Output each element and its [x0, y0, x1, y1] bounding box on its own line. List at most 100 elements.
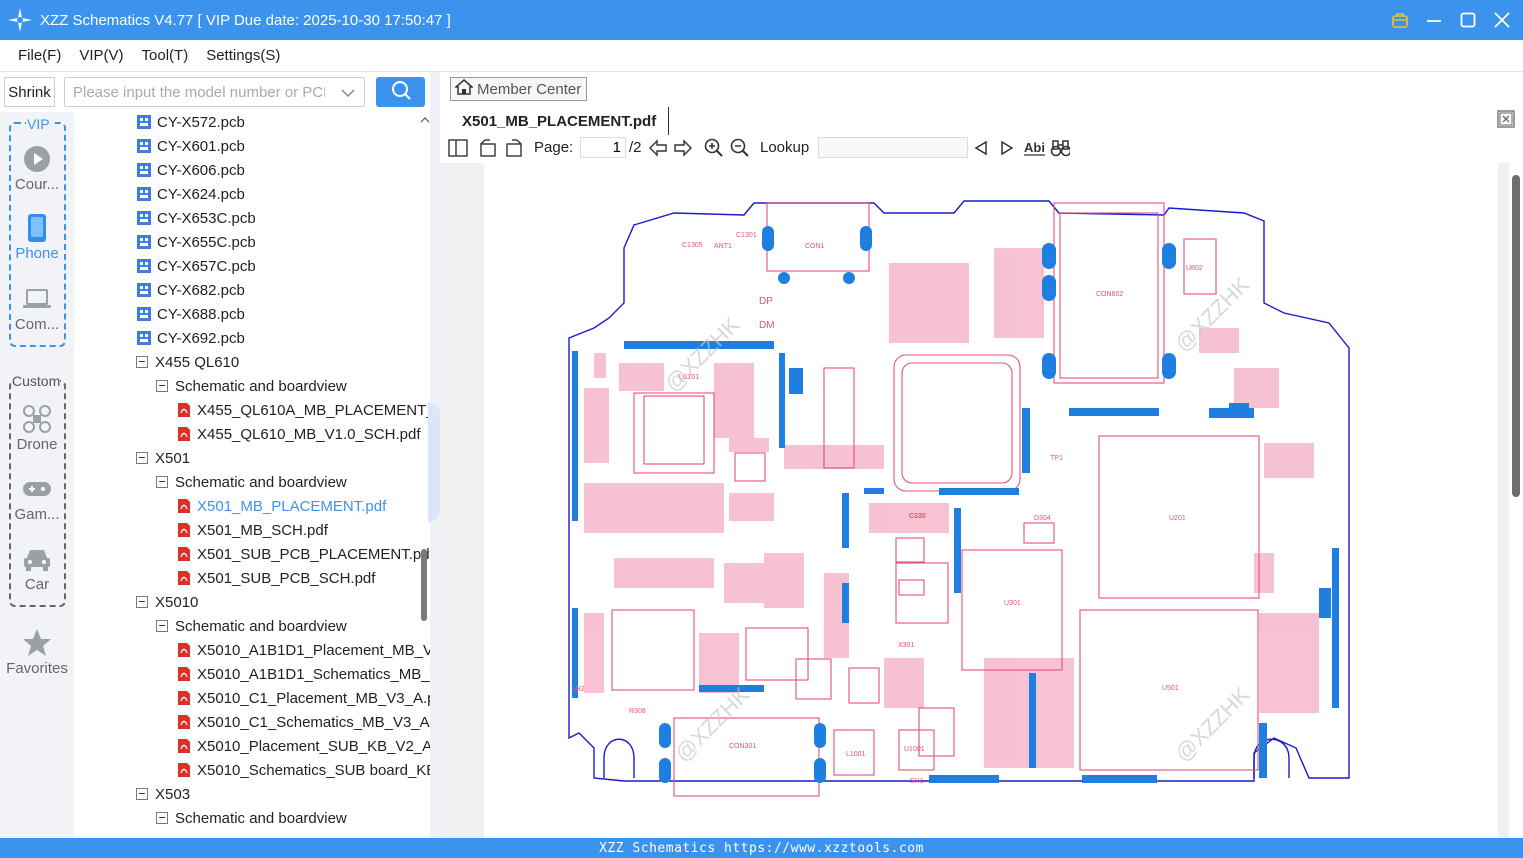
category-label: Drone	[16, 436, 58, 453]
board-label: ANT1	[714, 243, 732, 250]
close-document-icon[interactable]	[1497, 110, 1515, 128]
category-car[interactable]: Car	[0, 544, 74, 593]
tree-item-pdf[interactable]: X501_MB_SCH.pdf	[176, 518, 328, 542]
page-label: Page:	[534, 139, 574, 156]
tree-item-label: Schematic and boardview	[175, 617, 347, 635]
tree-item-pcb[interactable]: CY-X601.pcb	[136, 134, 245, 158]
search-button[interactable]	[376, 77, 425, 107]
zoom-in-icon[interactable]	[704, 138, 724, 158]
bag-icon[interactable]	[1389, 9, 1411, 31]
sidebar-toggle-icon[interactable]	[448, 138, 468, 158]
collapse-toggle-icon[interactable]	[156, 476, 168, 488]
find-next-icon[interactable]	[997, 138, 1017, 158]
collapse-toggle-icon[interactable]	[136, 596, 148, 608]
pdf-file-icon	[176, 690, 192, 706]
menu-vip[interactable]: VIP(V)	[70, 47, 132, 64]
close-button[interactable]	[1491, 9, 1513, 31]
board-label: R308	[629, 708, 646, 715]
collapse-toggle-icon[interactable]	[136, 788, 148, 800]
tree-node-folder[interactable]: Schematic and boardview	[156, 614, 347, 638]
tree-item-pdf[interactable]: X5010_Placement_SUB_KB_V2_A.p	[176, 734, 430, 758]
category-course[interactable]: Cour...	[0, 144, 74, 193]
tree-item-pcb[interactable]: CY-X657C.pcb	[136, 254, 256, 278]
collapse-toggle-icon[interactable]	[136, 452, 148, 464]
pdf-file-icon	[176, 738, 192, 754]
category-sidebar: VIP Custom Cour... Phone Com... Drone Ga…	[0, 112, 74, 838]
pdf-file-icon	[176, 498, 192, 514]
document-tab[interactable]: X501_MB_PLACEMENT.pdf	[448, 107, 670, 135]
search-input[interactable]	[65, 83, 325, 101]
tree-item-pcb[interactable]: CY-X692.pcb	[136, 326, 245, 350]
tree-node-model[interactable]: X5010	[136, 590, 198, 614]
page-number-input[interactable]	[580, 137, 626, 158]
tree-node-folder[interactable]: Schematic and boardview	[156, 470, 347, 494]
category-game[interactable]: Gam...	[0, 474, 74, 523]
zoom-out-icon[interactable]	[730, 138, 750, 158]
pdf-canvas[interactable]: CON1 CON602 CON301 U201 U301 U501 U1101 …	[440, 163, 1523, 838]
find-prev-icon[interactable]	[971, 138, 991, 158]
tree-item-pdf[interactable]: X5010_A1B1D1_Placement_MB_V	[176, 638, 430, 662]
prev-page-icon[interactable]	[648, 138, 668, 158]
pdf-scroll-thumb[interactable]	[1512, 175, 1520, 497]
tree-item-pdf[interactable]: X5010_Schematics_SUB board_KB	[176, 758, 430, 782]
menu-settings[interactable]: Settings(S)	[197, 47, 289, 64]
chevron-down-icon[interactable]	[341, 86, 355, 104]
shrink-button[interactable]: Shrink	[4, 77, 55, 107]
tree-item-pcb[interactable]: CY-X624.pcb	[136, 182, 245, 206]
status-bar: XZZ Schematics https://www.xzztools.com	[0, 838, 1523, 858]
collapse-toggle-icon[interactable]	[156, 380, 168, 392]
category-phone[interactable]: Phone	[0, 213, 74, 262]
tree-node-model[interactable]: X501	[136, 446, 190, 470]
pdf-file-icon	[176, 522, 192, 538]
tree-node-model[interactable]: X503	[136, 782, 190, 806]
tree-item-pdf[interactable]: X455_QL610_MB_V1.0_SCH.pdf	[176, 422, 420, 446]
next-page-icon[interactable]	[673, 138, 693, 158]
match-case-icon[interactable]: Abi	[1023, 138, 1047, 158]
tree-item-pcb[interactable]: CY-X688.pcb	[136, 302, 245, 326]
category-label: Cour...	[14, 176, 60, 193]
pdf-page[interactable]: CON1 CON602 CON301 U201 U301 U501 U1101 …	[484, 163, 1498, 838]
scroll-up-icon[interactable]	[420, 116, 430, 126]
tree-item-pcb[interactable]: CY-X572.pcb	[136, 112, 245, 134]
pcb-file-icon	[136, 258, 152, 274]
rotate-left-icon[interactable]	[478, 138, 498, 158]
panel-splitter[interactable]	[428, 72, 440, 838]
rotate-right-icon[interactable]	[504, 138, 524, 158]
collapse-toggle-icon[interactable]	[156, 812, 168, 824]
pdf-scrollbar[interactable]	[1509, 163, 1523, 838]
tree-node-folder[interactable]: Schematic and boardview	[156, 806, 347, 830]
lookup-input[interactable]	[818, 137, 968, 158]
category-favorites[interactable]: Favorites	[0, 628, 74, 677]
watermark: @XZZHK	[1170, 682, 1255, 767]
pdf-toolbar: Page: /2 Lookup Abi	[440, 135, 1523, 161]
binoculars-icon[interactable]	[1050, 138, 1070, 158]
pcb-file-icon	[136, 162, 152, 178]
tree-scroll-thumb[interactable]	[421, 549, 427, 621]
tree-item-label: X501_MB_PLACEMENT.pdf	[197, 497, 387, 515]
search-field[interactable]	[64, 77, 365, 107]
tree-node-folder[interactable]: Schematic and boardview	[156, 374, 347, 398]
tree-item-pdf[interactable]: X501_SUB_PCB_PLACEMENT.pdf	[176, 542, 430, 566]
tree-item-pdf[interactable]: X501_SUB_PCB_SCH.pdf	[176, 566, 375, 590]
menu-tool[interactable]: Tool(T)	[133, 47, 198, 64]
collapse-toggle-icon[interactable]	[156, 620, 168, 632]
minimize-button[interactable]	[1423, 9, 1445, 31]
tree-item-pdf[interactable]: X5010_C1_Placement_MB_V3_A.p	[176, 686, 430, 710]
menu-file[interactable]: File(F)	[9, 47, 70, 64]
member-center-button[interactable]: Member Center	[450, 77, 587, 101]
maximize-button[interactable]	[1457, 9, 1479, 31]
tree-item-pcb[interactable]: CY-X682.pcb	[136, 278, 245, 302]
tree-item-pcb[interactable]: CY-X655C.pcb	[136, 230, 256, 254]
category-computer[interactable]: Com...	[0, 284, 74, 333]
tree-item-pdf[interactable]: X5010_C1_Schematics_MB_V3_A.p	[176, 710, 430, 734]
collapse-handle[interactable]	[428, 402, 440, 522]
tree-node-model[interactable]: X455 QL610	[136, 350, 239, 374]
tree-item-pdf[interactable]: X501_MB_PLACEMENT.pdf	[176, 494, 386, 518]
tree-item-pdf[interactable]: X5010_A1B1D1_Schematics_MB_V	[176, 662, 430, 686]
tree-item-pcb[interactable]: CY-X606.pcb	[136, 158, 245, 182]
tree-item-pdf[interactable]: X455_QL610A_MB_PLACEMENT_V	[176, 398, 430, 422]
category-drone[interactable]: Drone	[0, 404, 74, 453]
collapse-toggle-icon[interactable]	[136, 356, 148, 368]
page-total: /2	[629, 139, 642, 156]
tree-item-pcb[interactable]: CY-X653C.pcb	[136, 206, 256, 230]
